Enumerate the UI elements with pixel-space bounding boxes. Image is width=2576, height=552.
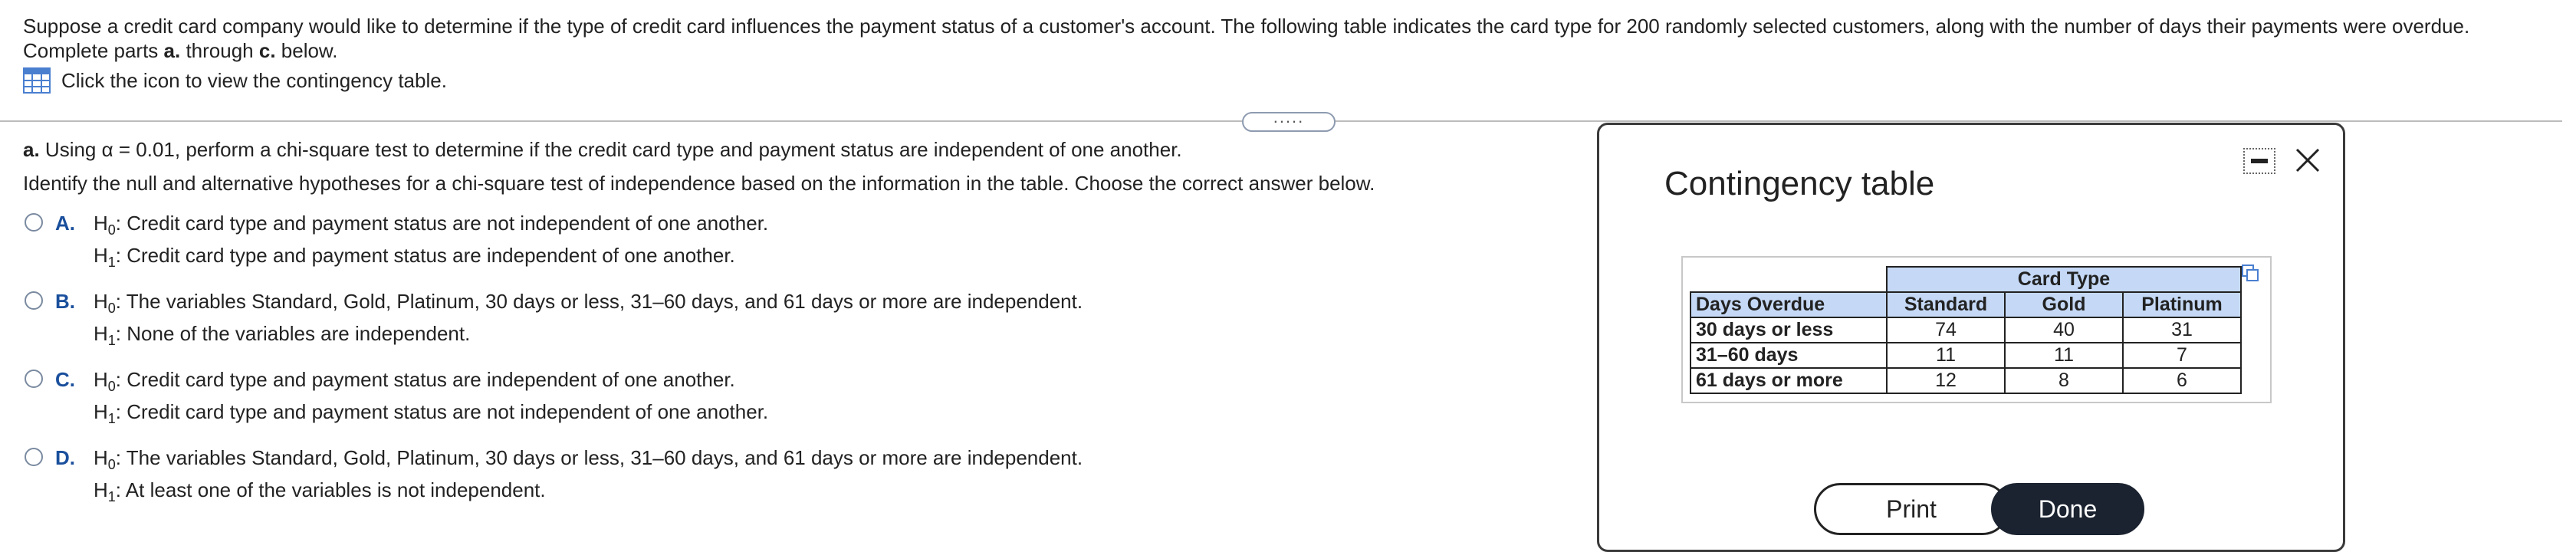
table-corner	[1691, 267, 1887, 292]
table-cell: 11	[2004, 342, 2124, 369]
part-a-text: Using α = 0.01, perform a chi-square tes…	[39, 138, 1182, 161]
option-letter: C.	[55, 368, 75, 391]
intro-part-c: c.	[258, 39, 276, 62]
table-cell: 8	[2004, 367, 2124, 394]
contingency-table-frame: Card Type Days Overdue Standard Gold Pla…	[1681, 256, 2272, 403]
contingency-table-link[interactable]: Click the icon to view the contingency t…	[23, 67, 447, 94]
row-label: 30 days or less	[1690, 317, 1888, 343]
table-row: Card Type	[1691, 266, 2242, 293]
radio-button[interactable]	[25, 291, 43, 310]
table-cell: 11	[1886, 342, 2006, 369]
intro-through: through	[180, 39, 259, 62]
h1-text: : Credit card type and payment status ar…	[115, 400, 769, 423]
row-label: 31–60 days	[1690, 342, 1888, 369]
radio-button[interactable]	[25, 213, 43, 232]
option-h1: H1: None of the variables are independen…	[94, 322, 470, 349]
column-header-gold: Gold	[2004, 291, 2124, 318]
minimize-icon	[2251, 159, 2268, 163]
table-cell: 31	[2122, 317, 2242, 343]
intro-text: Suppose a credit card company would like…	[23, 14, 2538, 63]
part-a-question: a. Using α = 0.01, perform a chi-square …	[23, 138, 1182, 162]
h0-text: : Credit card type and payment status ar…	[115, 368, 735, 391]
h0-subscript: 0	[107, 222, 116, 238]
intro-sentence: Suppose a credit card company would like…	[23, 15, 2470, 38]
option-h1: H1: At least one of the variables is not…	[94, 478, 546, 505]
print-button[interactable]: Print	[1814, 483, 2009, 535]
table-row: 61 days or more 12 8 6	[1690, 367, 2242, 394]
h-symbol: H	[94, 322, 108, 345]
h-symbol: H	[94, 368, 108, 391]
close-icon	[2295, 148, 2320, 172]
h-symbol: H	[94, 290, 108, 313]
option-h0: H0: Credit card type and payment status …	[94, 212, 768, 238]
option-h0: H0: The variables Standard, Gold, Platin…	[94, 446, 1083, 473]
divider-handle[interactable]: .....	[1242, 109, 1336, 132]
h0-text: : The variables Standard, Gold, Platinum…	[115, 446, 1083, 469]
radio-button[interactable]	[25, 370, 43, 388]
h0-subscript: 0	[107, 379, 116, 395]
hypothesis-instruction: Identify the null and alternative hypoth…	[23, 172, 1375, 195]
h0-text: : The variables Standard, Gold, Platinum…	[115, 290, 1083, 313]
row-label: 61 days or more	[1690, 367, 1888, 394]
h1-subscript: 1	[107, 255, 116, 271]
h0-subscript: 0	[107, 301, 116, 317]
days-overdue-header: Days Overdue	[1690, 291, 1888, 318]
option-h0: H0: The variables Standard, Gold, Platin…	[94, 290, 1083, 317]
intro-below: below.	[275, 39, 338, 62]
table-link-text: Click the icon to view the contingency t…	[61, 68, 447, 92]
h-symbol: H	[94, 446, 108, 469]
h-symbol: H	[94, 400, 108, 423]
h1-text: : None of the variables are independent.	[115, 322, 471, 345]
h0-subscript: 0	[107, 457, 116, 473]
contingency-table-dialog: Contingency table Card Type Days Overdue…	[1597, 123, 2345, 552]
h-symbol: H	[94, 212, 108, 235]
option-h0: H0: Credit card type and payment status …	[94, 368, 735, 395]
part-a-label: a.	[23, 138, 40, 161]
option-h1: H1: Credit card type and payment status …	[94, 244, 735, 271]
contingency-table: Card Type Days Overdue Standard Gold Pla…	[1690, 266, 2242, 394]
table-cell: 40	[2004, 317, 2124, 343]
h1-text: : At least one of the variables is not i…	[115, 478, 546, 501]
close-button[interactable]	[2292, 145, 2323, 176]
option-letter: B.	[55, 290, 75, 313]
card-type-header: Card Type	[1886, 266, 2242, 293]
intro-part-a: a.	[163, 39, 181, 62]
intro-complete: Complete parts	[23, 39, 164, 62]
dialog-title: Contingency table	[1664, 165, 1935, 202]
option-h1: H1: Credit card type and payment status …	[94, 400, 768, 427]
h1-subscript: 1	[107, 411, 116, 427]
table-cell: 6	[2122, 367, 2242, 394]
table-row: Days Overdue Standard Gold Platinum	[1690, 291, 2242, 318]
minimize-button[interactable]	[2243, 148, 2275, 174]
option-letter: D.	[55, 446, 75, 469]
option-letter: A.	[55, 212, 75, 235]
h-symbol: H	[94, 244, 108, 267]
table-cell: 7	[2122, 342, 2242, 369]
table-cell: 74	[1886, 317, 2006, 343]
h0-text: : Credit card type and payment status ar…	[115, 212, 769, 235]
column-header-platinum: Platinum	[2122, 291, 2242, 318]
table-row: 31–60 days 11 11 7	[1690, 342, 2242, 369]
table-row: 30 days or less 74 40 31	[1690, 317, 2242, 343]
h1-subscript: 1	[107, 333, 116, 349]
h1-subscript: 1	[107, 489, 116, 505]
table-grid-icon[interactable]	[23, 67, 51, 94]
h-symbol: H	[94, 478, 108, 501]
table-cell: 12	[1886, 367, 2006, 394]
copy-to-clipboard-icon[interactable]	[2241, 264, 2259, 282]
column-header-standard: Standard	[1886, 291, 2006, 318]
radio-button[interactable]	[25, 448, 43, 466]
done-button[interactable]: Done	[1991, 483, 2144, 535]
h1-text: : Credit card type and payment status ar…	[115, 244, 735, 267]
